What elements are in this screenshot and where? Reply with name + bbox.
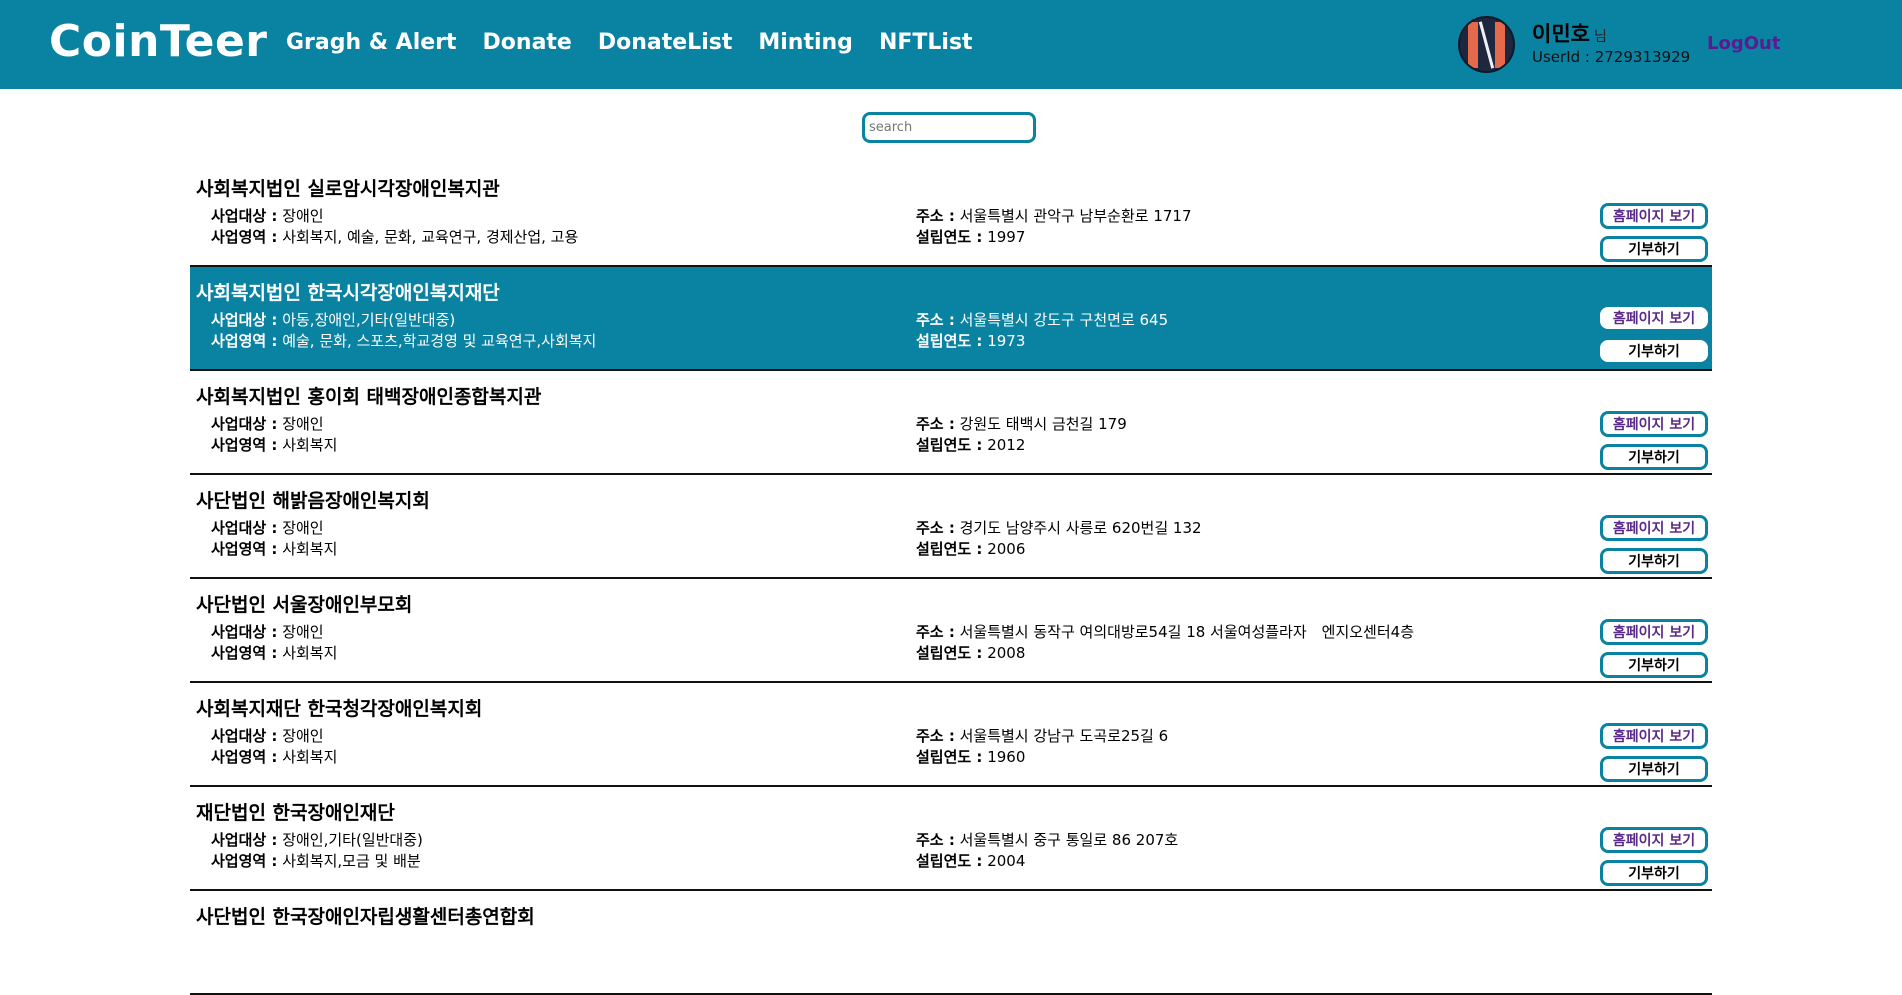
org-address: 주소 : 경기도 남양주시 사릉로 620번길 132 bbox=[916, 519, 1202, 537]
donate-button[interactable]: 기부하기 bbox=[1600, 860, 1708, 886]
org-list-item[interactable]: 사회복지재단 한국청각장애인복지회 사업대상 : 장애인 사업영역 : 사회복지… bbox=[190, 683, 1712, 787]
org-area: 사업영역 : 사회복지 bbox=[211, 540, 338, 558]
org-name: 사회복지법인 한국시각장애인복지재단 bbox=[196, 282, 500, 304]
org-name: 사회복지법인 홍이회 태백장애인종합복지관 bbox=[196, 386, 542, 408]
org-list-item[interactable]: 사단법인 서울장애인부모회 사업대상 : 장애인 사업영역 : 사회복지 주소 … bbox=[190, 579, 1712, 683]
homepage-button[interactable]: 홈페이지 보기 bbox=[1600, 411, 1708, 437]
user-honorific: 님 bbox=[1593, 29, 1607, 45]
org-name: 사단법인 한국장애인자립생활센터총연합회 bbox=[196, 906, 535, 928]
logo[interactable]: CoinTeer bbox=[49, 16, 267, 67]
donate-button[interactable]: 기부하기 bbox=[1600, 652, 1708, 678]
org-target: 사업대상 : 장애인 bbox=[211, 519, 324, 537]
donate-button[interactable]: 기부하기 bbox=[1600, 444, 1708, 470]
donate-button[interactable]: 기부하기 bbox=[1600, 756, 1708, 782]
donate-button[interactable]: 기부하기 bbox=[1600, 340, 1708, 362]
org-area: 사업영역 : 사회복지 bbox=[211, 436, 338, 454]
org-name: 재단법인 한국장애인재단 bbox=[196, 802, 395, 824]
homepage-button[interactable]: 홈페이지 보기 bbox=[1600, 515, 1708, 541]
org-year: 설립연도 : 1960 bbox=[916, 748, 1026, 766]
org-list-item[interactable]: 사단법인 해밝음장애인복지회 사업대상 : 장애인 사업영역 : 사회복지 주소… bbox=[190, 475, 1712, 579]
org-year: 설립연도 : 2006 bbox=[916, 540, 1026, 558]
donate-button[interactable]: 기부하기 bbox=[1600, 548, 1708, 574]
homepage-button[interactable]: 홈페이지 보기 bbox=[1600, 307, 1708, 329]
org-list-item[interactable]: 재단법인 한국장애인재단 사업대상 : 장애인,기타(일반대중) 사업영역 : … bbox=[190, 787, 1712, 891]
main-nav: Gragh & Alert Donate DonateList Minting … bbox=[286, 30, 973, 55]
org-area: 사업영역 : 사회복지 bbox=[211, 748, 338, 766]
nav-graph-alert[interactable]: Gragh & Alert bbox=[286, 30, 457, 55]
homepage-button[interactable]: 홈페이지 보기 bbox=[1600, 723, 1708, 749]
nav-donatelist[interactable]: DonateList bbox=[598, 30, 733, 55]
org-area: 사업영역 : 예술, 문화, 스포츠,학교경영 및 교육연구,사회복지 bbox=[211, 332, 597, 350]
homepage-button[interactable]: 홈페이지 보기 bbox=[1600, 619, 1708, 645]
nav-nftlist[interactable]: NFTList bbox=[879, 30, 973, 55]
org-name: 사회복지법인 실로암시각장애인복지관 bbox=[196, 178, 500, 200]
org-list-item[interactable]: 사회복지법인 홍이회 태백장애인종합복지관 사업대상 : 장애인 사업영역 : … bbox=[190, 371, 1712, 475]
org-address: 주소 : 강원도 태백시 금천길 179 bbox=[916, 415, 1127, 433]
org-address: 주소 : 서울특별시 동작구 여의대방로54길 18 서울여성플라자 엔지오센터… bbox=[916, 623, 1415, 641]
org-area: 사업영역 : 사회복지, 예술, 문화, 교육연구, 경제산업, 고용 bbox=[211, 228, 579, 246]
top-navbar: CoinTeer Gragh & Alert Donate DonateList… bbox=[0, 0, 1902, 89]
org-area: 사업영역 : 사회복지 bbox=[211, 644, 338, 662]
homepage-button[interactable]: 홈페이지 보기 bbox=[1600, 827, 1708, 853]
org-name: 사회복지재단 한국청각장애인복지회 bbox=[196, 698, 483, 720]
org-year: 설립연도 : 1997 bbox=[916, 228, 1026, 246]
org-target: 사업대상 : 장애인 bbox=[211, 727, 324, 745]
org-list-item[interactable]: 사회복지법인 실로암시각장애인복지관 사업대상 : 장애인 사업영역 : 사회복… bbox=[190, 163, 1712, 267]
org-address: 주소 : 서울특별시 중구 통일로 86 207호 bbox=[916, 831, 1179, 849]
org-target: 사업대상 : 장애인 bbox=[211, 415, 324, 433]
nav-minting[interactable]: Minting bbox=[758, 30, 853, 55]
search-input[interactable] bbox=[862, 112, 1036, 143]
user-name: 이민호 님 bbox=[1532, 18, 1607, 48]
org-address: 주소 : 서울특별시 강도구 구천면로 645 bbox=[916, 311, 1169, 329]
org-year: 설립연도 : 1973 bbox=[916, 332, 1026, 350]
org-year: 설립연도 : 2004 bbox=[916, 852, 1026, 870]
org-address: 주소 : 서울특별시 강남구 도곡로25길 6 bbox=[916, 727, 1169, 745]
avatar bbox=[1458, 16, 1515, 73]
org-year: 설립연도 : 2012 bbox=[916, 436, 1026, 454]
user-name-text: 이민호 bbox=[1532, 22, 1590, 46]
homepage-button[interactable]: 홈페이지 보기 bbox=[1600, 203, 1708, 229]
org-name: 사단법인 서울장애인부모회 bbox=[196, 594, 413, 616]
org-list: 사회복지법인 실로암시각장애인복지관 사업대상 : 장애인 사업영역 : 사회복… bbox=[190, 163, 1712, 995]
nav-donate[interactable]: Donate bbox=[483, 30, 572, 55]
org-target: 사업대상 : 아동,장애인,기타(일반대중) bbox=[211, 311, 456, 329]
user-id: UserId : 2729313929 bbox=[1532, 48, 1691, 66]
logout-link[interactable]: LogOut bbox=[1707, 33, 1780, 54]
org-list-item[interactable]: 사단법인 한국장애인자립생활센터총연합회 bbox=[190, 891, 1712, 995]
org-address: 주소 : 서울특별시 관악구 남부순환로 1717 bbox=[916, 207, 1192, 225]
org-target: 사업대상 : 장애인,기타(일반대중) bbox=[211, 831, 423, 849]
org-name: 사단법인 해밝음장애인복지회 bbox=[196, 490, 430, 512]
org-target: 사업대상 : 장애인 bbox=[211, 623, 324, 641]
org-area: 사업영역 : 사회복지,모금 및 배분 bbox=[211, 852, 421, 870]
org-year: 설립연도 : 2008 bbox=[916, 644, 1026, 662]
donate-button[interactable]: 기부하기 bbox=[1600, 236, 1708, 262]
org-target: 사업대상 : 장애인 bbox=[211, 207, 324, 225]
org-list-item[interactable]: 사회복지법인 한국시각장애인복지재단 사업대상 : 아동,장애인,기타(일반대중… bbox=[190, 267, 1712, 371]
